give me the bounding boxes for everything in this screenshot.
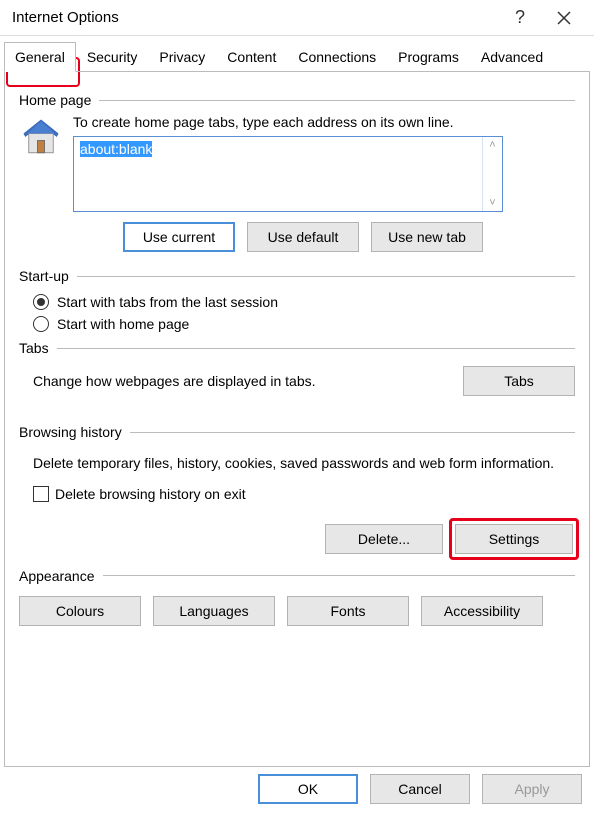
use-new-tab-button[interactable]: Use new tab [371, 222, 483, 252]
help-icon[interactable]: ? [498, 3, 542, 33]
tabs-button[interactable]: Tabs [463, 366, 575, 396]
tab-security[interactable]: Security [76, 42, 149, 72]
radio-start-tabs-last-session[interactable]: Start with tabs from the last session [33, 294, 575, 310]
startup-group-label: Start-up [19, 268, 575, 284]
tabs-group-label: Tabs [19, 340, 575, 356]
radio-icon [33, 316, 49, 332]
tab-privacy[interactable]: Privacy [148, 42, 216, 72]
homepage-group-label: Home page [19, 92, 575, 108]
apply-button[interactable]: Apply [482, 774, 582, 804]
tabs-description: Change how webpages are displayed in tab… [19, 373, 463, 389]
general-panel: Home page To create home page tabs, type… [4, 71, 590, 767]
dialog-footer: OK Cancel Apply [258, 774, 582, 804]
browsing-history-group-label: Browsing history [19, 424, 575, 440]
fonts-button[interactable]: Fonts [287, 596, 409, 626]
colours-button[interactable]: Colours [19, 596, 141, 626]
tab-general[interactable]: General [4, 42, 76, 72]
checkbox-icon [33, 486, 49, 502]
tab-programs[interactable]: Programs [387, 42, 470, 72]
tab-connections[interactable]: Connections [287, 42, 387, 72]
scroll-down-icon[interactable]: ˅ [489, 197, 495, 209]
scrollbar[interactable]: ˄ ˅ [482, 137, 502, 211]
close-icon[interactable] [542, 3, 586, 33]
tab-advanced[interactable]: Advanced [470, 42, 554, 72]
radio-icon [33, 294, 49, 310]
tab-bar: General Security Privacy Content Connect… [4, 42, 590, 72]
settings-button[interactable]: Settings [455, 524, 573, 554]
use-current-button[interactable]: Use current [123, 222, 235, 252]
homepage-url-input[interactable]: about:blank ˄ ˅ [73, 136, 503, 212]
ok-button[interactable]: OK [258, 774, 358, 804]
use-default-button[interactable]: Use default [247, 222, 359, 252]
titlebar: Internet Options ? [0, 0, 594, 36]
accessibility-button[interactable]: Accessibility [421, 596, 543, 626]
delete-button[interactable]: Delete... [325, 524, 443, 554]
appearance-group-label: Appearance [19, 568, 575, 584]
browsing-history-description: Delete temporary files, history, cookies… [33, 454, 571, 474]
tab-content[interactable]: Content [216, 42, 287, 72]
checkbox-delete-on-exit[interactable]: Delete browsing history on exit [33, 486, 575, 502]
home-icon [19, 116, 63, 158]
radio-start-home-page[interactable]: Start with home page [33, 316, 575, 332]
scroll-up-icon[interactable]: ˄ [489, 139, 495, 151]
homepage-instruction: To create home page tabs, type each addr… [73, 114, 575, 130]
cancel-button[interactable]: Cancel [370, 774, 470, 804]
window-title: Internet Options [8, 9, 498, 26]
languages-button[interactable]: Languages [153, 596, 275, 626]
